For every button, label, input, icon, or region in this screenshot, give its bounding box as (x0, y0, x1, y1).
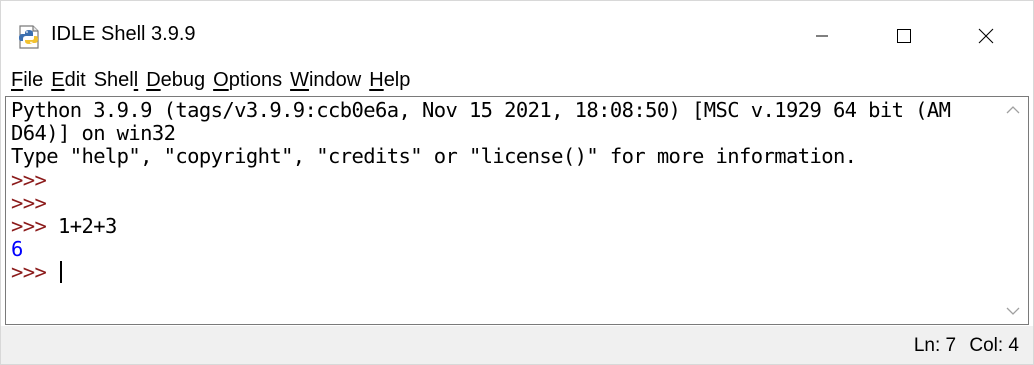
shell-line: Type "help", "copyright", "credits" or "… (11, 145, 996, 168)
shell-prompt: >>> (11, 167, 47, 192)
minimize-icon (816, 35, 828, 37)
scroll-up-button[interactable] (998, 99, 1028, 121)
status-line: Ln: 7 (913, 335, 957, 356)
shell-output[interactable]: Python 3.9.9 (tags/v3.9.9:ccb0e6a, Nov 1… (11, 99, 996, 323)
shell-result: 6 (11, 237, 23, 262)
menu-debug[interactable]: Debug (146, 69, 205, 92)
chevron-down-icon (1006, 307, 1020, 315)
menu-options[interactable]: Options (213, 69, 282, 92)
menu-file[interactable]: File (11, 69, 43, 92)
shell-text: D64)] on win32 (11, 121, 176, 146)
close-button[interactable] (945, 9, 1027, 63)
cursor-position: Ln: 7 Col: 4 (906, 335, 1019, 357)
shell-line: 6 (11, 238, 996, 261)
minimize-button[interactable] (781, 9, 863, 63)
status-col: Col: 4 (969, 335, 1019, 356)
menu-window[interactable]: Window (290, 69, 361, 92)
title-bar[interactable]: IDLE Shell 3.9.9 (1, 1, 1033, 63)
window-title: IDLE Shell 3.9.9 (51, 23, 196, 45)
shell-prompt: >>> (11, 260, 47, 285)
shell-input (46, 260, 58, 284)
shell-prompt: >>> (11, 190, 47, 215)
maximize-button[interactable] (863, 9, 945, 63)
shell-line: >>> (11, 261, 996, 284)
menu-edit[interactable]: Edit (51, 69, 85, 92)
scroll-down-button[interactable] (998, 300, 1028, 322)
menu-bar: File Edit Shell Debug Options Window Help (1, 65, 1033, 95)
close-icon (978, 28, 994, 44)
shell-text: Type "help", "copyright", "credits" or "… (11, 144, 857, 169)
idle-shell-window: IDLE Shell 3.9.9 File Edit Shell Debug Optio… (0, 0, 1034, 365)
shell-text-area[interactable]: Python 3.9.9 (tags/v3.9.9:ccb0e6a, Nov 1… (5, 96, 1029, 325)
chevron-up-icon (1006, 106, 1020, 114)
shell-prompt: >>> (11, 213, 47, 238)
vertical-scrollbar[interactable] (998, 97, 1028, 324)
text-cursor (59, 261, 62, 284)
shell-line: >>> (11, 167, 996, 192)
python-idle-icon (17, 24, 43, 50)
shell-line: >>> (11, 190, 996, 215)
menu-shell[interactable]: Shell (94, 69, 138, 92)
menu-help[interactable]: Help (369, 69, 410, 92)
shell-line: D64)] on win32 (11, 122, 996, 145)
shell-line: Python 3.9.9 (tags/v3.9.9:ccb0e6a, Nov 1… (11, 99, 996, 122)
shell-text: Python 3.9.9 (tags/v3.9.9:ccb0e6a, Nov 1… (11, 99, 951, 122)
status-bar: Ln: 7 Col: 4 (1, 326, 1033, 364)
shell-line: >>> 1+2+3 (11, 213, 996, 238)
maximize-icon (897, 29, 911, 43)
shell-input: 1+2+3 (46, 213, 117, 238)
